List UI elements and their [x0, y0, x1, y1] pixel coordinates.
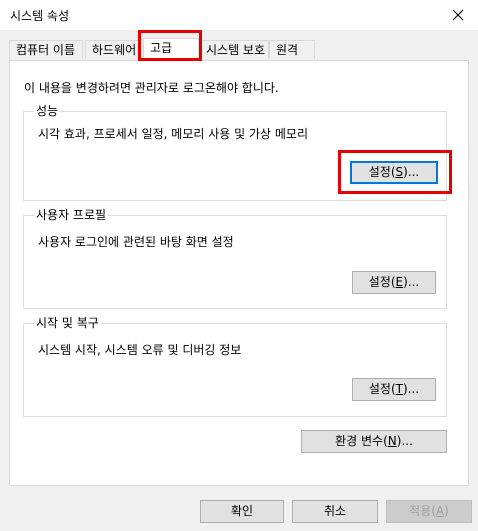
- apply-button[interactable]: 적용(A): [386, 500, 472, 523]
- tab-label: 시스템 보호: [206, 43, 266, 57]
- user-profiles-group: 사용자 프로필 사용자 로그인에 관련된 바탕 화면 설정: [23, 208, 447, 309]
- environment-variables-button[interactable]: 환경 변수(N)...: [301, 430, 447, 453]
- user-profiles-description: 사용자 로그인에 관련된 바탕 화면 설정: [38, 235, 234, 249]
- tab-label: 하드웨어: [92, 43, 137, 57]
- window-title: 시스템 속성: [10, 9, 70, 23]
- tab-system-protection[interactable]: 시스템 보호: [199, 40, 269, 59]
- performance-description: 시각 효과, 프로세서 일정, 메모리 사용 및 가상 메모리: [38, 127, 308, 141]
- user-profiles-settings-button[interactable]: 설정(E)...: [352, 271, 436, 294]
- close-button[interactable]: [438, 0, 478, 30]
- tab-label: 원격: [276, 43, 299, 57]
- tab-label: 컴퓨터 이름: [16, 43, 76, 57]
- cancel-button[interactable]: 취소: [292, 500, 378, 523]
- tab-hardware[interactable]: 하드웨어: [85, 40, 141, 59]
- admin-notice: 이 내용을 변경하려면 관리자로 로그온해야 합니다.: [24, 81, 279, 95]
- startup-recovery-settings-button[interactable]: 설정(T)...: [352, 378, 436, 401]
- startup-recovery-description: 시스템 시작, 시스템 오류 및 디버깅 정보: [38, 343, 242, 357]
- startup-recovery-title: 시작 및 복구: [34, 316, 101, 330]
- tab-highlight-box: [138, 30, 202, 61]
- settings-highlight-box: [338, 150, 452, 194]
- ok-button[interactable]: 확인: [200, 500, 284, 523]
- startup-recovery-group: 시작 및 복구 시스템 시작, 시스템 오류 및 디버깅 정보: [23, 316, 447, 417]
- performance-title: 성능: [34, 104, 61, 118]
- user-profiles-title: 사용자 프로필: [34, 208, 109, 222]
- tab-remote[interactable]: 원격: [269, 40, 315, 59]
- tab-computer-name[interactable]: 컴퓨터 이름: [9, 40, 83, 59]
- title-bar: 시스템 속성: [0, 0, 478, 30]
- close-icon: [452, 9, 464, 21]
- tab-strip: 컴퓨터 이름 하드웨어 고급 시스템 보호 원격: [9, 38, 469, 61]
